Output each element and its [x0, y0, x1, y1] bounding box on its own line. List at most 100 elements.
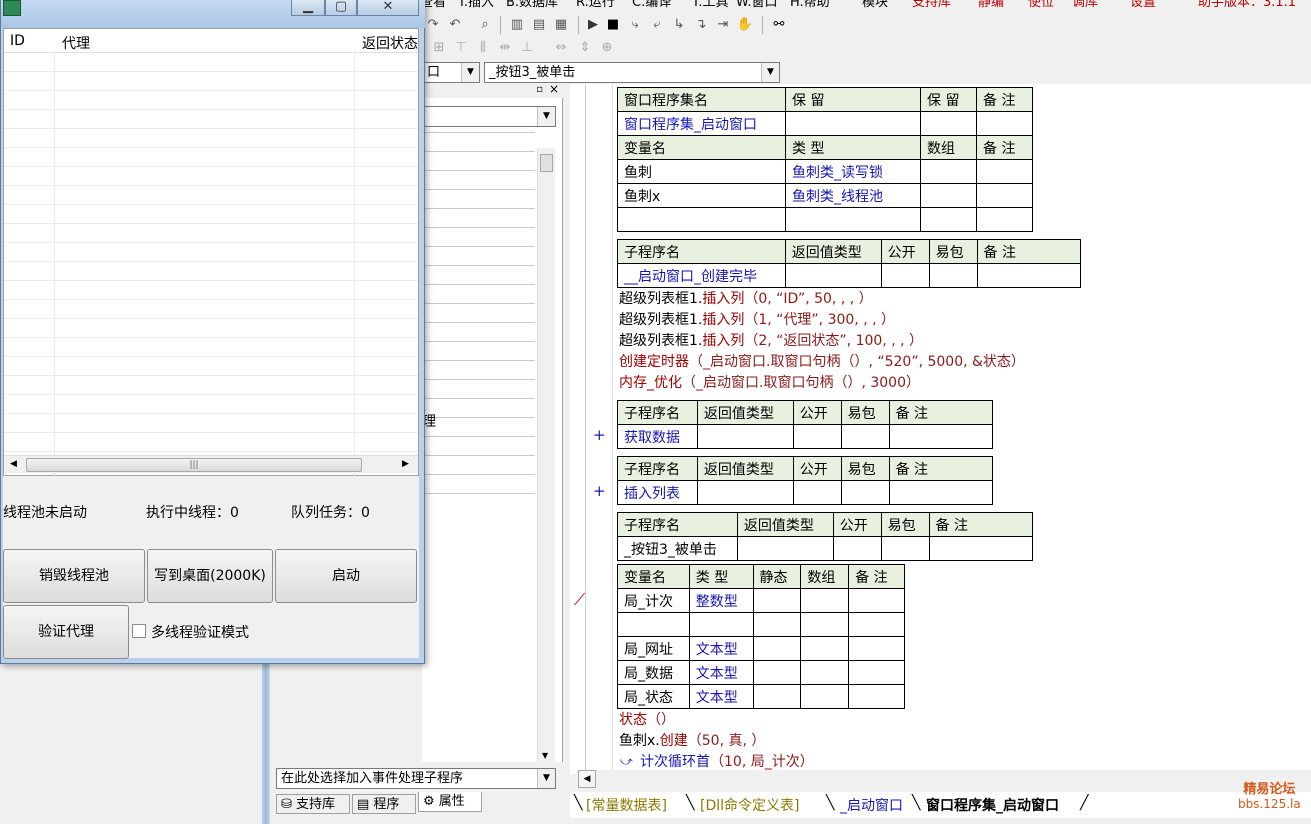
- redo-icon[interactable]: ↷: [424, 16, 442, 34]
- destroy-pool-button[interactable]: 销毁线程池: [3, 549, 145, 603]
- start-button[interactable]: 启动: [275, 549, 417, 603]
- scroll-right-icon[interactable]: ▶: [402, 459, 409, 469]
- menu-item[interactable]: R.运行: [576, 0, 615, 10]
- hand-icon[interactable]: ✋: [736, 16, 754, 34]
- list-row[interactable]: [4, 414, 418, 433]
- maximize-button[interactable]: ▢: [325, 0, 357, 16]
- menu-item[interactable]: B.数据库: [506, 0, 558, 10]
- code-line[interactable]: 创建定时器（_启动窗口.取窗口句柄（）, “520”, 5000, &状态）: [619, 352, 1025, 373]
- event-handler-combo[interactable]: 在此处选择加入事件处理子程序 ▼: [276, 768, 556, 789]
- list-row[interactable]: [4, 243, 418, 262]
- size-icon-2[interactable]: ⇕: [576, 39, 594, 57]
- multithread-checkbox[interactable]: [132, 624, 146, 638]
- list-row[interactable]: [4, 433, 418, 452]
- menu-item[interactable]: T.工具: [692, 0, 729, 10]
- assembly-name-cell[interactable]: 窗口程序集_启动窗口: [617, 111, 786, 136]
- align-icon-1[interactable]: ⊞: [430, 39, 448, 57]
- binoculars-icon[interactable]: ⚯: [770, 16, 788, 34]
- list-row[interactable]: [4, 110, 418, 129]
- list-row[interactable]: [4, 72, 418, 91]
- code-line[interactable]: 内存_优化（_启动窗口.取窗口句柄（）, 3000）: [619, 373, 920, 394]
- step-icon-1[interactable]: ⤷: [626, 16, 644, 34]
- menu-item[interactable]: 设置: [1130, 0, 1156, 10]
- column-header-proxy[interactable]: 代理: [62, 33, 90, 53]
- proxy-list[interactable]: ID 代理 返回状态 ◀ ||| ▶: [3, 28, 419, 477]
- size-icon-3[interactable]: ⊕: [598, 39, 616, 57]
- breakpoint-icon[interactable]: ⟋: [574, 590, 585, 610]
- align-icon-4[interactable]: ⇹: [496, 39, 514, 57]
- close-icon[interactable]: ×: [549, 82, 559, 96]
- scroll-left-icon[interactable]: ◀: [10, 459, 17, 469]
- menu-item[interactable]: 使位: [1028, 0, 1054, 10]
- object-combo[interactable]: 口 ▼: [422, 62, 480, 83]
- list-row[interactable]: [4, 357, 418, 376]
- code-line[interactable]: 超级列表框1.插入列（2, “返回状态”, 100, , , ）: [619, 331, 923, 352]
- align-icon-5[interactable]: ⊥: [518, 39, 536, 57]
- write-desktop-button[interactable]: 写到桌面(2000K): [147, 549, 273, 603]
- layout-icon-3[interactable]: ▦: [552, 16, 570, 34]
- expand-icon[interactable]: +: [593, 426, 606, 444]
- menu-item[interactable]: 助手版本：3.1.1: [1198, 0, 1296, 10]
- list-row[interactable]: [4, 338, 418, 357]
- list-row[interactable]: [4, 319, 418, 338]
- stop-icon[interactable]: ■: [604, 16, 622, 34]
- table-row[interactable]: 局_计次 整数型: [617, 588, 905, 613]
- subroutine-name[interactable]: __启动窗口_创建完毕: [617, 263, 786, 288]
- tab-properties[interactable]: ⚙ 属性: [418, 792, 482, 812]
- code-horizontal-scrollbar[interactable]: ◀: [576, 770, 1311, 788]
- list-row[interactable]: [4, 129, 418, 148]
- expand-icon[interactable]: +: [593, 482, 606, 500]
- step-icon-2[interactable]: ⤶: [648, 16, 666, 34]
- scroll-thumb[interactable]: |||: [26, 458, 362, 472]
- subroutine-name[interactable]: 插入列表: [617, 480, 698, 505]
- tab-support-library[interactable]: ⛁ 支持库: [276, 794, 350, 814]
- property-scrollbar[interactable]: ▼: [537, 148, 555, 762]
- close-button[interactable]: ✕: [357, 0, 419, 16]
- table-row[interactable]: 鱼刺 鱼刺类_读写锁: [617, 159, 1033, 184]
- table-row[interactable]: 局_状态 文本型: [617, 684, 905, 709]
- tab-constants[interactable]: [常量数据表]: [586, 795, 667, 815]
- code-line[interactable]: 鱼刺x.创建（50, 真, ）: [619, 731, 765, 752]
- menu-item[interactable]: 支持库: [912, 0, 951, 10]
- align-icon-3[interactable]: ⫼: [474, 39, 492, 57]
- table-row[interactable]: 局_数据 文本型: [617, 660, 905, 685]
- layout-icon-1[interactable]: ▥: [508, 16, 526, 34]
- code-line[interactable]: 状态（）: [619, 710, 675, 731]
- list-row[interactable]: [4, 262, 418, 281]
- event-combo[interactable]: _按钮3_被单击 ▼: [484, 62, 780, 83]
- scroll-thumb[interactable]: [540, 154, 553, 172]
- step-icon-3[interactable]: ↳: [670, 16, 688, 34]
- column-header-status[interactable]: 返回状态: [362, 33, 418, 53]
- table-row[interactable]: [617, 612, 905, 637]
- list-horizontal-scrollbar[interactable]: ◀ ||| ▶: [4, 455, 418, 473]
- tab-start-window[interactable]: _启动窗口: [840, 795, 903, 815]
- layout-icon-2[interactable]: ▤: [530, 16, 548, 34]
- find-icon[interactable]: ⌕: [476, 16, 494, 34]
- list-row[interactable]: [4, 281, 418, 300]
- list-row[interactable]: [4, 376, 418, 395]
- list-row[interactable]: [4, 148, 418, 167]
- list-row[interactable]: [4, 186, 418, 205]
- chevron-down-icon[interactable]: ▼: [542, 751, 548, 760]
- column-header-id[interactable]: ID: [10, 33, 25, 49]
- scroll-left-icon[interactable]: ◀: [578, 770, 596, 788]
- align-icon-2[interactable]: ⊤: [452, 39, 470, 57]
- tab-dll-commands[interactable]: [Dll命令定义表]: [700, 795, 799, 815]
- list-row[interactable]: [4, 205, 418, 224]
- step-icon-5[interactable]: ⇥: [714, 16, 732, 34]
- subroutine-name[interactable]: _按钮3_被单击: [617, 536, 738, 561]
- pin-icon[interactable]: ▫: [536, 84, 543, 95]
- list-row[interactable]: [4, 167, 418, 186]
- window-titlebar[interactable]: ▁ ▢ ✕: [1, 0, 425, 28]
- multithread-checkbox-label[interactable]: 多线程验证模式: [151, 622, 249, 642]
- table-row[interactable]: [617, 207, 1033, 232]
- list-row[interactable]: [4, 224, 418, 243]
- table-row[interactable]: 局_网址 文本型: [617, 636, 905, 661]
- list-row[interactable]: [4, 300, 418, 319]
- subroutine-name[interactable]: 获取数据: [617, 424, 698, 449]
- undo-icon[interactable]: ↶: [446, 16, 464, 34]
- menu-item[interactable]: C.编译: [632, 0, 671, 10]
- list-row[interactable]: [4, 53, 418, 72]
- menu-item[interactable]: 调库: [1072, 0, 1098, 10]
- table-row[interactable]: 鱼刺x 鱼刺类_线程池: [617, 183, 1033, 208]
